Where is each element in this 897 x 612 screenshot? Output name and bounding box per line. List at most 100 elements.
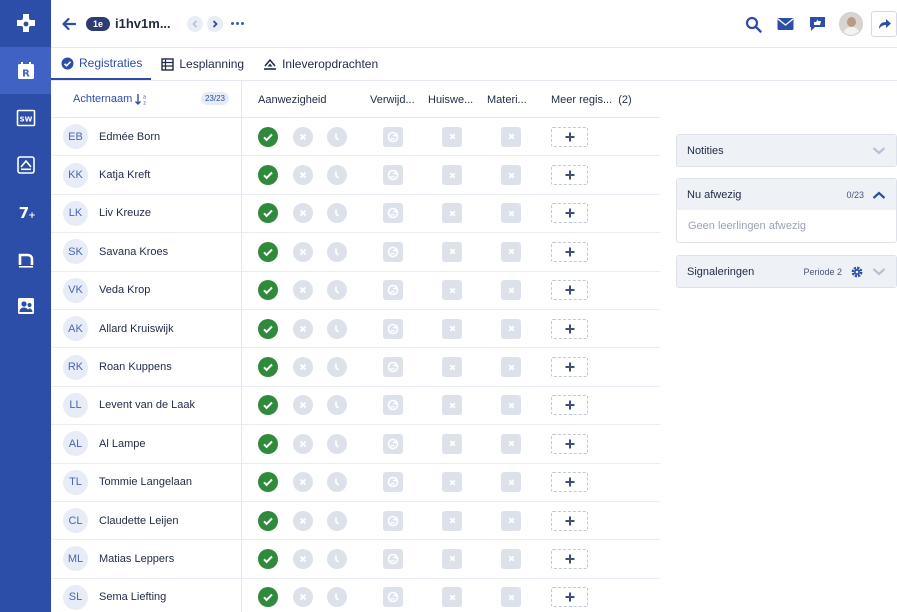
late-toggle[interactable]	[327, 318, 347, 339]
student-cell[interactable]: VK Veda Krop	[51, 271, 242, 309]
homework-toggle[interactable]	[442, 472, 462, 493]
rail-item-sw[interactable]: SW	[0, 94, 51, 141]
column-huiswerk[interactable]: Huiswe...	[428, 81, 480, 118]
absent-toggle[interactable]	[293, 203, 313, 224]
student-cell[interactable]: LL Levent van de Laak	[51, 386, 242, 425]
more-options-button[interactable]	[230, 22, 244, 25]
material-toggle[interactable]	[501, 472, 521, 493]
student-cell[interactable]: EB Edmée Born	[51, 118, 242, 156]
absent-toggle[interactable]	[293, 510, 313, 531]
late-toggle[interactable]	[327, 280, 347, 301]
late-toggle[interactable]	[327, 433, 347, 454]
add-registration-button[interactable]	[551, 318, 588, 339]
late-toggle[interactable]	[327, 203, 347, 224]
late-toggle[interactable]	[327, 241, 347, 262]
student-cell[interactable]: LK Liv Kreuze	[51, 194, 242, 233]
homework-toggle[interactable]	[442, 433, 462, 454]
student-cell[interactable]: ML Matias Leppers	[51, 540, 242, 578]
rail-item-seven-plus[interactable]: 7 +	[0, 188, 51, 235]
student-cell[interactable]: TL Tommie Langelaan	[51, 463, 242, 501]
late-toggle[interactable]	[327, 165, 347, 186]
back-button[interactable]	[61, 16, 77, 32]
column-aanwezigheid[interactable]: Aanwezigheid	[258, 81, 327, 118]
homework-toggle[interactable]	[442, 165, 462, 186]
material-toggle[interactable]	[501, 510, 521, 531]
late-toggle[interactable]	[327, 357, 347, 378]
student-cell[interactable]: KK Katja Kreft	[51, 156, 242, 194]
share-button[interactable]	[871, 11, 897, 37]
absent-toggle[interactable]	[293, 165, 313, 186]
removed-toggle[interactable]	[383, 472, 403, 493]
absent-toggle[interactable]	[293, 548, 313, 569]
late-toggle[interactable]	[327, 587, 347, 608]
add-registration-button[interactable]	[551, 472, 588, 493]
removed-toggle[interactable]	[383, 241, 403, 262]
add-registration-button[interactable]	[551, 357, 588, 378]
removed-toggle[interactable]	[383, 126, 403, 147]
absent-toggle[interactable]	[293, 280, 313, 301]
homework-toggle[interactable]	[442, 357, 462, 378]
column-meer-registraties[interactable]: Meer regis... (2)	[551, 81, 632, 118]
removed-toggle[interactable]	[383, 203, 403, 224]
material-toggle[interactable]	[501, 587, 521, 608]
present-toggle[interactable]	[258, 203, 278, 224]
column-verwijderd[interactable]: Verwijd...	[370, 81, 420, 118]
messages-button[interactable]	[769, 0, 801, 48]
sort-by-lastname[interactable]: Achternaam a z 23/23	[51, 81, 242, 117]
removed-toggle[interactable]	[383, 548, 403, 569]
add-registration-button[interactable]	[551, 126, 588, 147]
homework-toggle[interactable]	[442, 395, 462, 416]
homework-toggle[interactable]	[442, 548, 462, 569]
present-toggle[interactable]	[258, 280, 278, 301]
present-toggle[interactable]	[258, 126, 278, 147]
late-toggle[interactable]	[327, 126, 347, 147]
student-cell[interactable]: RK Roan Kuppens	[51, 348, 242, 386]
absent-toggle[interactable]	[293, 357, 313, 378]
absent-toggle[interactable]	[293, 241, 313, 262]
add-registration-button[interactable]	[551, 395, 588, 416]
material-toggle[interactable]	[501, 203, 521, 224]
feedback-button[interactable]	[801, 0, 833, 48]
present-toggle[interactable]	[258, 510, 278, 531]
absent-toggle[interactable]	[293, 587, 313, 608]
removed-toggle[interactable]	[383, 395, 403, 416]
material-toggle[interactable]	[501, 165, 521, 186]
rail-item-notes[interactable]	[0, 235, 51, 282]
removed-toggle[interactable]	[383, 165, 403, 186]
add-registration-button[interactable]	[551, 203, 588, 224]
column-materiaal[interactable]: Materi...	[487, 81, 539, 118]
material-toggle[interactable]	[501, 357, 521, 378]
present-toggle[interactable]	[258, 548, 278, 569]
search-button[interactable]	[737, 0, 769, 48]
material-toggle[interactable]	[501, 433, 521, 454]
previous-lesson-button[interactable]	[186, 15, 203, 32]
tab-inleveropdrachten[interactable]: Inleveropdrachten	[253, 48, 387, 80]
tab-registraties[interactable]: Registraties	[51, 48, 152, 80]
removed-toggle[interactable]	[383, 510, 403, 531]
material-toggle[interactable]	[501, 126, 521, 147]
student-cell[interactable]: AL Al Lampe	[51, 425, 242, 463]
removed-toggle[interactable]	[383, 357, 403, 378]
gear-icon[interactable]	[850, 265, 864, 279]
homework-toggle[interactable]	[442, 203, 462, 224]
material-toggle[interactable]	[501, 241, 521, 262]
present-toggle[interactable]	[258, 395, 278, 416]
present-toggle[interactable]	[258, 433, 278, 454]
homework-toggle[interactable]	[442, 241, 462, 262]
removed-toggle[interactable]	[383, 587, 403, 608]
material-toggle[interactable]	[501, 395, 521, 416]
student-cell[interactable]: AK Allard Kruiswijk	[51, 309, 242, 348]
add-registration-button[interactable]	[551, 433, 588, 454]
late-toggle[interactable]	[327, 548, 347, 569]
homework-toggle[interactable]	[442, 510, 462, 531]
present-toggle[interactable]	[258, 241, 278, 262]
rail-item-students[interactable]	[0, 282, 51, 329]
homework-toggle[interactable]	[442, 126, 462, 147]
late-toggle[interactable]	[327, 472, 347, 493]
signaleringen-header[interactable]: Signaleringen Periode 2	[677, 256, 896, 287]
rail-item-assignments[interactable]	[0, 141, 51, 188]
removed-toggle[interactable]	[383, 318, 403, 339]
homework-toggle[interactable]	[442, 280, 462, 301]
student-cell[interactable]: CL Claudette Leijen	[51, 501, 242, 540]
homework-toggle[interactable]	[442, 587, 462, 608]
